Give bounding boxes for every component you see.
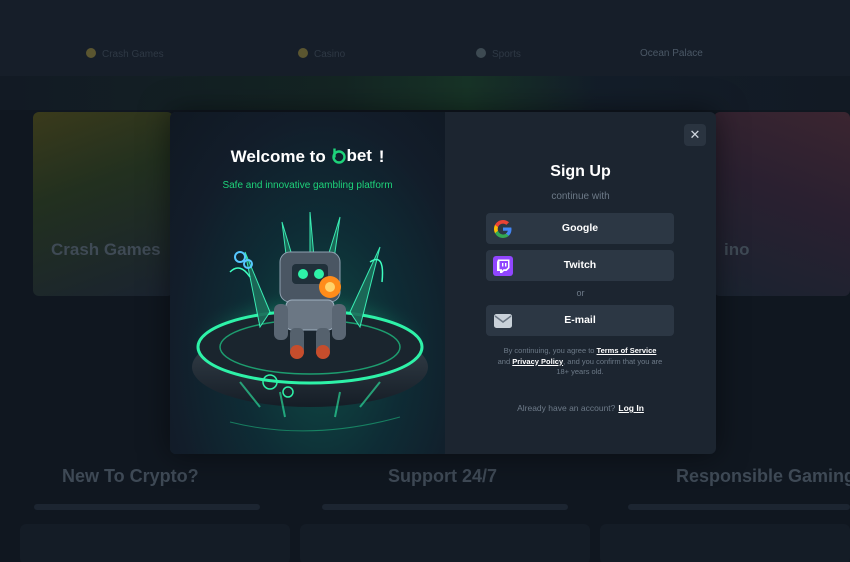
crash-games-card[interactable]: Crash Games xyxy=(33,112,173,296)
email-signup-button[interactable]: E-mail xyxy=(486,305,674,336)
google-button-label: Google xyxy=(561,222,599,234)
section-panel xyxy=(20,524,290,562)
robot-throne-illustration xyxy=(185,211,435,432)
casino-icon xyxy=(298,48,308,58)
welcome-title: Welcome to bet ! xyxy=(230,146,385,166)
sports-icon xyxy=(476,48,486,58)
section-text-placeholder xyxy=(628,504,850,510)
nav-item-sports[interactable]: Sports xyxy=(476,48,521,60)
email-button-label: E-mail xyxy=(564,314,596,326)
section-title-responsible-gaming: Responsible Gaming xyxy=(676,466,850,486)
section-title-support: Support 24/7 xyxy=(388,466,498,486)
privacy-policy-link[interactable]: Privacy Policy xyxy=(512,357,563,366)
google-signup-button[interactable]: Google xyxy=(486,213,674,244)
section-panel xyxy=(300,524,590,562)
terms-notice: By continuing, you agree to Terms of Ser… xyxy=(497,346,663,376)
close-icon: ✕ xyxy=(689,127,701,142)
nav-item-crash[interactable]: Crash Games xyxy=(86,48,164,60)
welcome-tagline: Safe and innovative gambling platform xyxy=(222,180,393,191)
section-title-new-to-crypto: New To Crypto? xyxy=(62,466,199,486)
continue-with-label: continue with xyxy=(551,191,610,202)
signup-modal: Welcome to bet ! Safe and innovative gam… xyxy=(170,112,716,454)
close-button[interactable]: ✕ xyxy=(684,124,706,146)
casino-card-title: ino xyxy=(724,240,750,259)
category-nav: Crash Games Casino Sports Ocean Palace xyxy=(0,42,850,70)
twitch-signup-button[interactable]: Twitch xyxy=(486,250,674,281)
or-divider: or xyxy=(576,288,585,298)
login-prompt: Already have an account? Log In xyxy=(517,403,644,413)
section-text-placeholder xyxy=(34,504,260,510)
terms-of-service-link[interactable]: Terms of Service xyxy=(597,346,657,355)
login-link[interactable]: Log In xyxy=(618,403,644,413)
section-panel xyxy=(600,524,850,562)
crash-icon xyxy=(86,48,96,58)
casino-card[interactable]: ino xyxy=(714,112,850,296)
section-text-placeholder xyxy=(322,504,568,510)
signup-title: Sign Up xyxy=(550,163,611,180)
brand-logo-icon xyxy=(332,148,347,164)
nav-item-ocean-palace[interactable]: Ocean Palace xyxy=(640,48,703,59)
crash-games-card-title: Crash Games xyxy=(51,240,161,259)
brand-logo: bet xyxy=(332,146,372,166)
hero-banner xyxy=(0,76,850,110)
nav-item-casino[interactable]: Casino xyxy=(298,48,345,60)
twitch-button-label: Twitch xyxy=(563,259,597,271)
welcome-artwork-panel: Welcome to bet ! Safe and innovative gam… xyxy=(170,112,445,454)
signup-form: Sign Up continue with Google Twitch or E… xyxy=(445,112,716,454)
